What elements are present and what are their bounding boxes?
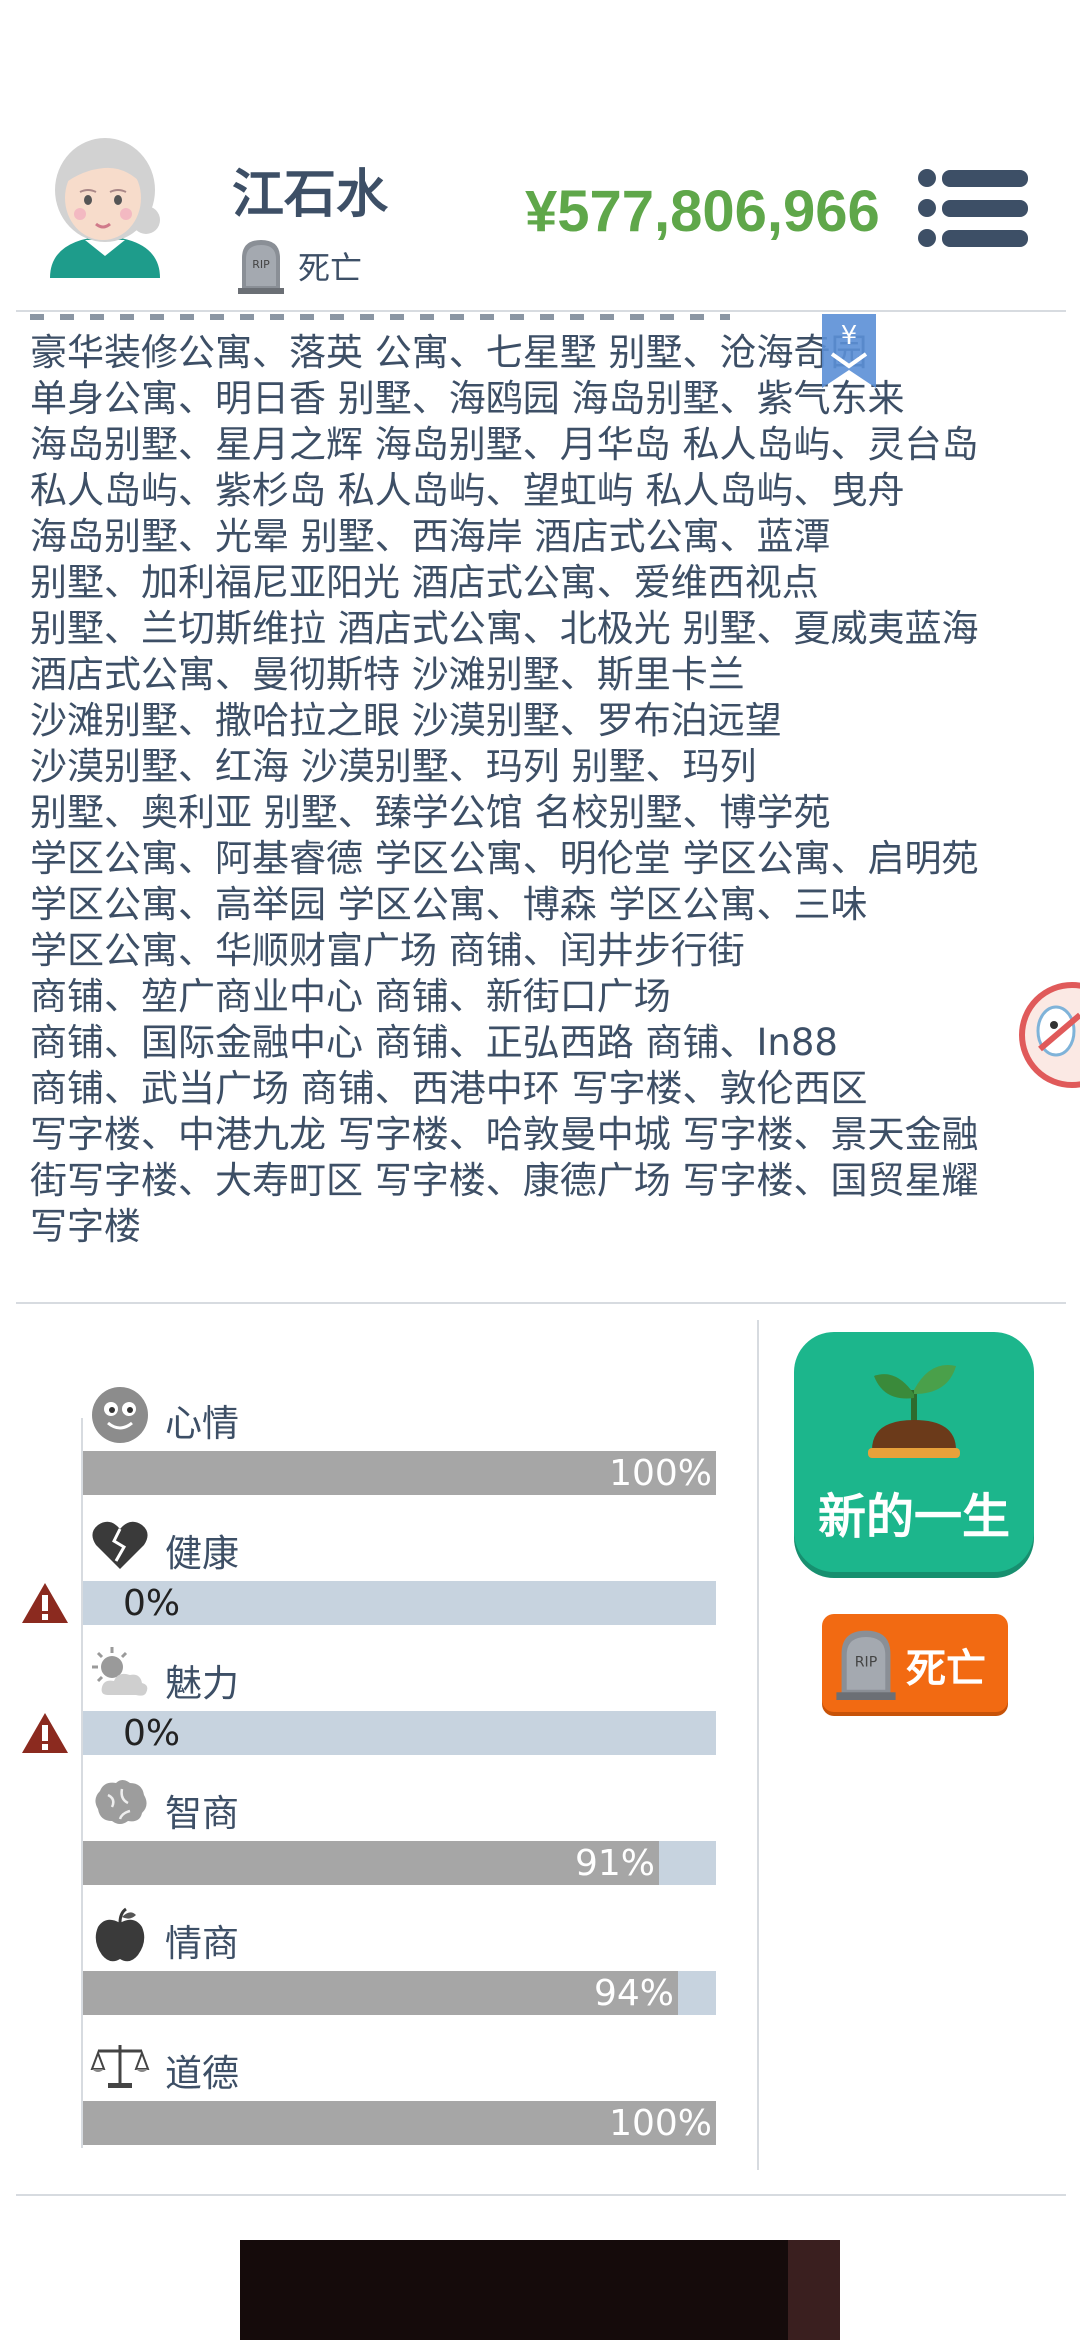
death-button[interactable]: RIP 死亡 — [822, 1614, 1008, 1712]
death-label: 死亡 — [906, 1646, 986, 1692]
assets-line: 单身公寓、明日香 别墅、海鸥园 海岛别墅、紫气东来 — [30, 377, 905, 420]
status-text: 死亡 — [298, 249, 363, 287]
status-indicator: RIP 死亡 — [238, 238, 362, 294]
stat-row: 情商 94% — [0, 1905, 760, 2035]
smiley-face-icon — [90, 1385, 150, 1445]
grandma-avatar-icon[interactable] — [40, 128, 170, 288]
balance-scale-icon — [90, 2035, 150, 2095]
stat-progress-bar: 94% — [83, 1971, 716, 2015]
money-balance: ¥577,806,966 — [525, 179, 880, 244]
stat-progress-bar: 0% — [83, 1581, 716, 1625]
stat-percent: 100% — [609, 1453, 712, 1494]
svg-text:RIP: RIP — [252, 258, 270, 271]
new-life-button[interactable]: 新的一生 — [794, 1332, 1034, 1572]
assets-line: 商铺、国际金融中心 商铺、正弘西路 商铺、In88 — [30, 1021, 838, 1064]
brain-icon — [90, 1775, 150, 1835]
sun-cloud-icon — [90, 1645, 150, 1705]
stat-progress-bar: 91% — [83, 1841, 716, 1885]
stat-percent: 100% — [609, 2103, 712, 2144]
section-divider — [16, 1302, 1066, 1304]
menu-icon[interactable] — [918, 168, 1028, 248]
stat-row: 健康 0% — [0, 1515, 760, 1645]
assets-line: 海岛别墅、光晕 别墅、西海岸 酒店式公寓、蓝潭 — [30, 515, 831, 558]
assets-line: 写字楼 — [30, 1205, 141, 1248]
scrolled-line-remnant — [30, 312, 730, 322]
stat-row: 魅力 0% — [0, 1645, 760, 1775]
header: 江石水 RIP 死亡 ¥577,806,966 — [0, 0, 1080, 310]
side-mascot-icon[interactable] — [1010, 975, 1080, 1095]
tombstone-icon: RIP — [238, 240, 284, 294]
stat-row: 智商 91% — [0, 1775, 760, 1905]
assets-line: 别墅、加利福尼亚阳光 酒店式公寓、爱维西视点 — [30, 561, 819, 604]
stat-label: 智商 — [165, 1792, 239, 1835]
broken-heart-icon — [90, 1515, 150, 1575]
svg-text:RIP: RIP — [855, 1655, 878, 1671]
assets-line: 豪华装修公寓、落英 公寓、七星墅 别墅、沧海奇园 — [30, 331, 868, 374]
stat-progress-bar: 100% — [83, 2101, 716, 2145]
assets-line: 海岛别墅、星月之辉 海岛别墅、月华岛 私人岛屿、灵台岛 — [30, 423, 979, 466]
assets-line: 学区公寓、阿基睿德 学区公寓、明伦堂 学区公寓、启明苑 — [30, 837, 979, 880]
stat-progress-bar: 100% — [83, 1451, 716, 1495]
stats-panel: 心情 100% 健康 0% 魅力 0% 智商 91% 情商 94% 道德 100% — [0, 1320, 760, 2150]
assets-line: 学区公寓、高举园 学区公寓、博森 学区公寓、三味 — [30, 883, 868, 926]
apple-icon — [90, 1905, 150, 1965]
assets-line: 别墅、奥利亚 别墅、臻学公馆 名校别墅、博学苑 — [30, 791, 831, 834]
stat-label: 道德 — [165, 2052, 239, 2095]
warning-icon — [20, 1711, 70, 1755]
footer-divider — [16, 2194, 1066, 2196]
sprout-icon — [868, 1365, 960, 1458]
bookmark-symbol: ¥ — [841, 321, 858, 351]
stat-label: 魅力 — [165, 1662, 239, 1705]
stat-progress-bar: 0% — [83, 1711, 716, 1755]
assets-line: 商铺、堃广商业中心 商铺、新街口广场 — [30, 975, 671, 1018]
stat-row: 心情 100% — [0, 1385, 760, 1515]
stat-percent: 0% — [123, 1583, 181, 1624]
stat-percent: 94% — [594, 1973, 675, 2014]
assets-line: 街写字楼、大寿町区 写字楼、康德广场 写字楼、国贸星耀 — [30, 1159, 979, 1202]
stat-percent: 0% — [123, 1713, 181, 1754]
assets-line: 沙漠别墅、红海 沙漠别墅、玛列 别墅、玛列 — [30, 745, 757, 788]
tombstone-icon: RIP — [836, 1630, 896, 1700]
new-life-label: 新的一生 — [817, 1489, 1010, 1545]
assets-line: 沙滩别墅、撒哈拉之眼 沙漠别墅、罗布泊远望 — [30, 699, 782, 742]
stat-label: 情商 — [165, 1922, 239, 1965]
stat-row: 道德 100% — [0, 2035, 760, 2165]
stat-label: 健康 — [165, 1532, 239, 1575]
stat-percent: 91% — [575, 1843, 656, 1884]
assets-line: 酒店式公寓、曼彻斯特 沙滩别墅、斯里卡兰 — [30, 653, 745, 696]
ad-banner[interactable] — [240, 2240, 840, 2340]
assets-line: 写字楼、中港九龙 写字楼、哈敦曼中城 写字楼、景天金融 — [30, 1113, 979, 1156]
ad-banner-edge — [788, 2240, 840, 2340]
character-name: 江石水 — [232, 165, 389, 225]
assets-line: 学区公寓、华顺财富广场 商铺、闰井步行街 — [30, 929, 745, 972]
money-bookmark-icon[interactable]: ¥ — [822, 314, 876, 388]
warning-icon — [20, 1581, 70, 1625]
assets-line: 私人岛屿、紫杉岛 私人岛屿、望虹屿 私人岛屿、曳舟 — [30, 469, 905, 512]
assets-line: 商铺、武当广场 商铺、西港中环 写字楼、敦伦西区 — [30, 1067, 868, 1110]
assets-list: 豪华装修公寓、落英 公寓、七星墅 别墅、沧海奇园 单身公寓、明日香 别墅、海鸥园… — [30, 330, 1060, 1250]
stat-label: 心情 — [165, 1402, 239, 1445]
assets-line: 别墅、兰切斯维拉 酒店式公寓、北极光 别墅、夏威夷蓝海 — [30, 607, 979, 650]
